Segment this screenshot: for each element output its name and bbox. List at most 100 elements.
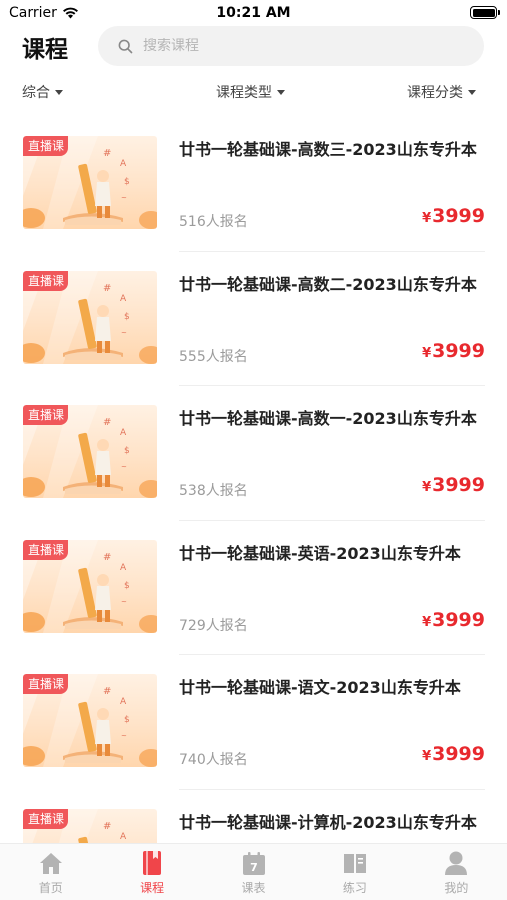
svg-text:#: # <box>103 821 111 832</box>
currency-symbol: ¥ <box>422 614 432 630</box>
filter-label: 课程类型 <box>216 85 272 101</box>
search-input[interactable] <box>143 38 443 54</box>
page-title: 课程 <box>22 37 68 63</box>
course-card[interactable]: # A $ ~ 直播课 廿书一轮基础课-高数二-2023山东专升本 555人报名… <box>0 252 507 386</box>
svg-text:A: A <box>120 832 127 842</box>
enrollment-count: 555人报名 <box>179 348 248 365</box>
svg-text:#: # <box>103 148 111 159</box>
svg-text:$: $ <box>124 312 130 322</box>
course-card[interactable]: # A $ ~ 直播课 廿书一轮基础课-高数一-2023山东专升本 538人报名… <box>0 386 507 521</box>
filter-label: 课程分类 <box>407 85 463 101</box>
course-card[interactable]: # A $ ~ 直播课 廿书一轮基础课-英语-2023山东专升本 729人报名 … <box>0 521 507 655</box>
course-thumbnail: # A $ ~ 直播课 <box>23 405 157 498</box>
course-thumbnail: # A $ ~ 直播课 <box>23 136 157 229</box>
course-title: 廿书一轮基础课-英语-2023山东专升本 <box>179 543 461 563</box>
filter-sort-comprehensive[interactable]: 综合 <box>22 82 63 102</box>
live-course-badge: 直播课 <box>23 136 69 156</box>
filter-course-category[interactable]: 课程分类 <box>407 82 476 102</box>
svg-text:A: A <box>120 159 127 169</box>
status-time: 10:21 AM <box>216 5 291 21</box>
course-title: 廿书一轮基础课-计算机-2023山东专升本 <box>179 812 477 832</box>
live-course-badge: 直播课 <box>23 539 69 560</box>
currency-symbol: ¥ <box>422 345 432 361</box>
enrollment-count: 740人报名 <box>179 752 248 768</box>
price-value: 3999 <box>432 608 485 631</box>
live-course-badge: 直播课 <box>23 674 69 694</box>
enrollment-count: 516人报名 <box>179 214 248 230</box>
dropdown-arrow-icon <box>277 89 285 95</box>
user-icon <box>443 850 469 876</box>
svg-text:~: ~ <box>121 463 127 471</box>
svg-text:A: A <box>120 294 127 304</box>
svg-text:$: $ <box>124 177 130 187</box>
live-course-badge: 直播课 <box>23 808 69 829</box>
enrollment-count: 538人报名 <box>179 483 248 499</box>
filter-bar: 综合 课程类型 课程分类 <box>0 80 507 106</box>
svg-text:~: ~ <box>121 194 127 202</box>
price-value: 3999 <box>432 205 485 227</box>
course-card[interactable]: # A $ ~ 直播课 廿书一轮基础课-高数三-2023山东专升本 516人报名… <box>0 117 507 252</box>
calendar-icon: 7 <box>241 850 267 876</box>
svg-text:$: $ <box>124 446 130 456</box>
course-card[interactable]: # A $ ~ 直播课 廿书一轮基础课-计算机-2023山东专升本 <box>0 790 507 843</box>
tab-practice[interactable]: 练习 <box>304 844 405 900</box>
course-thumbnail: # A $ ~ 直播课 <box>23 270 157 364</box>
price-value: 3999 <box>432 474 485 496</box>
battery-icon <box>470 6 500 19</box>
course-list[interactable]: # A $ ~ 直播课 廿书一轮基础课-高数三-2023山东专升本 516人报名… <box>0 117 507 843</box>
course-thumbnail: # A $ ~ 直播课 <box>23 674 157 767</box>
course-title: 廿书一轮基础课-高数二-2023山东专升本 <box>179 274 477 294</box>
tab-label: 课程 <box>140 881 165 895</box>
tab-label: 我的 <box>444 881 469 895</box>
svg-text:7: 7 <box>250 861 258 874</box>
tab-home[interactable]: 首页 <box>0 844 101 900</box>
status-bar: Carrier 10:21 AM <box>0 0 507 26</box>
svg-text:~: ~ <box>121 598 127 606</box>
live-course-badge: 直播课 <box>23 405 69 425</box>
price-value: 3999 <box>432 743 485 765</box>
course-title: 廿书一轮基础课-高数一-2023山东专升本 <box>179 409 477 428</box>
dropdown-arrow-icon <box>55 89 63 95</box>
search-bar[interactable] <box>98 26 484 66</box>
course-price: ¥3999 <box>422 609 485 631</box>
course-price: ¥3999 <box>422 743 485 765</box>
header: 课程 <box>0 26 507 70</box>
price-value: 3999 <box>432 339 485 362</box>
tab-profile[interactable]: 我的 <box>406 844 507 900</box>
currency-symbol: ¥ <box>422 480 432 495</box>
currency-symbol: ¥ <box>422 749 432 764</box>
course-thumbnail: # A $ ~ 直播课 <box>23 539 157 633</box>
filter-label: 综合 <box>22 85 50 101</box>
svg-text:#: # <box>103 686 111 697</box>
svg-text:$: $ <box>124 581 130 591</box>
course-price: ¥3999 <box>422 340 485 362</box>
course-title: 廿书一轮基础课-高数三-2023山东专升本 <box>179 140 477 159</box>
currency-symbol: ¥ <box>422 211 432 226</box>
tab-label: 练习 <box>342 881 367 895</box>
tab-courses[interactable]: 课程 <box>101 844 202 900</box>
course-card[interactable]: # A $ ~ 直播课 廿书一轮基础课-语文-2023山东专升本 740人报名 … <box>0 655 507 790</box>
home-icon <box>38 850 64 876</box>
svg-text:#: # <box>103 552 111 563</box>
svg-text:A: A <box>120 697 127 707</box>
tab-bar: 首页 课程 7 课表 练习 我的 <box>0 843 507 900</box>
live-course-badge: 直播课 <box>23 270 69 291</box>
svg-text:#: # <box>103 417 111 428</box>
svg-text:~: ~ <box>121 329 127 337</box>
tab-label: 首页 <box>38 881 63 895</box>
svg-text:A: A <box>120 563 127 573</box>
course-price: ¥3999 <box>422 474 485 496</box>
svg-text:#: # <box>103 283 111 294</box>
svg-text:A: A <box>120 428 127 438</box>
tab-schedule[interactable]: 7 课表 <box>203 844 304 900</box>
course-title: 廿书一轮基础课-语文-2023山东专升本 <box>179 678 461 697</box>
filter-course-type[interactable]: 课程类型 <box>216 82 285 102</box>
svg-text:~: ~ <box>121 732 127 740</box>
book-icon <box>139 850 165 876</box>
dropdown-arrow-icon <box>468 89 476 95</box>
svg-text:$: $ <box>124 715 130 725</box>
enrollment-count: 729人报名 <box>179 617 248 634</box>
course-price: ¥3999 <box>422 205 485 227</box>
course-thumbnail: # A $ ~ 直播课 <box>23 808 157 843</box>
search-icon <box>118 39 133 53</box>
